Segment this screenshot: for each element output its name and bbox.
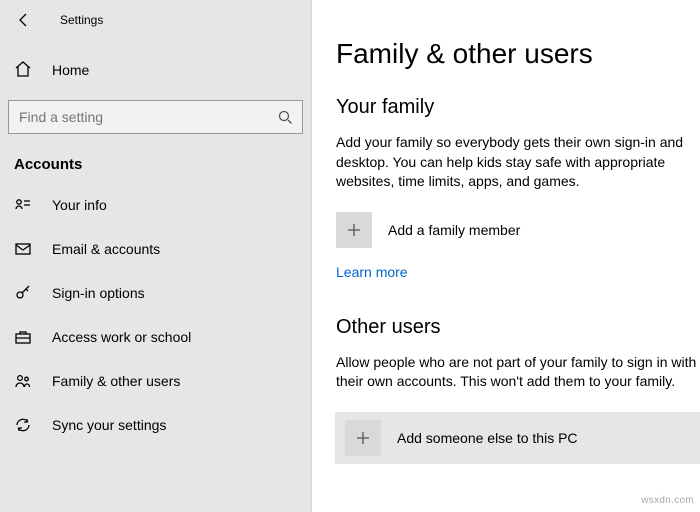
watermark: wsxdn.com — [641, 495, 694, 506]
sidebar-item-signin-options[interactable]: Sign-in options — [0, 271, 311, 315]
sidebar-item-sync-settings[interactable]: Sync your settings — [0, 403, 311, 447]
search-input[interactable] — [9, 109, 268, 125]
your-family-description: Add your family so everybody gets their … — [336, 133, 700, 192]
add-family-member-label: Add a family member — [388, 222, 520, 238]
person-card-icon — [14, 196, 32, 214]
app-title: Settings — [60, 13, 103, 27]
add-other-user-button[interactable]: Add someone else to this PC — [335, 412, 700, 464]
home-icon — [14, 60, 32, 81]
search-box[interactable] — [8, 100, 303, 134]
learn-more-link[interactable]: Learn more — [336, 264, 408, 280]
briefcase-icon — [14, 328, 32, 346]
add-family-member-button[interactable]: Add a family member — [336, 212, 700, 248]
mail-icon — [14, 240, 32, 258]
sidebar-section-heading: Accounts — [0, 138, 311, 183]
plus-icon — [345, 420, 381, 456]
sidebar-item-label: Email & accounts — [52, 241, 160, 257]
plus-icon — [336, 212, 372, 248]
page-title: Family & other users — [336, 38, 700, 70]
people-icon — [14, 372, 32, 390]
other-users-heading: Other users — [336, 316, 700, 339]
search-icon[interactable] — [268, 109, 302, 125]
sidebar-item-work-school[interactable]: Access work or school — [0, 315, 311, 359]
back-icon[interactable] — [14, 10, 34, 30]
sidebar-item-label: Your info — [52, 197, 107, 213]
sidebar-item-family-other-users[interactable]: Family & other users — [0, 359, 311, 403]
sidebar-item-label: Access work or school — [52, 329, 191, 345]
settings-content: Family & other users Your family Add you… — [312, 0, 700, 512]
sidebar-item-your-info[interactable]: Your info — [0, 183, 311, 227]
your-family-heading: Your family — [336, 96, 700, 119]
settings-sidebar: Settings Home Accounts Your info Email &… — [0, 0, 312, 512]
sidebar-item-label: Sync your settings — [52, 417, 166, 433]
other-users-description: Allow people who are not part of your fa… — [336, 353, 700, 392]
sidebar-item-label: Sign-in options — [52, 285, 145, 301]
search-container — [0, 92, 311, 138]
sidebar-home-label: Home — [52, 62, 89, 78]
sync-icon — [14, 416, 32, 434]
sidebar-home[interactable]: Home — [0, 48, 311, 92]
sidebar-item-label: Family & other users — [52, 373, 180, 389]
key-icon — [14, 284, 32, 302]
sidebar-item-email-accounts[interactable]: Email & accounts — [0, 227, 311, 271]
titlebar: Settings — [0, 0, 311, 40]
add-other-user-label: Add someone else to this PC — [397, 430, 578, 446]
